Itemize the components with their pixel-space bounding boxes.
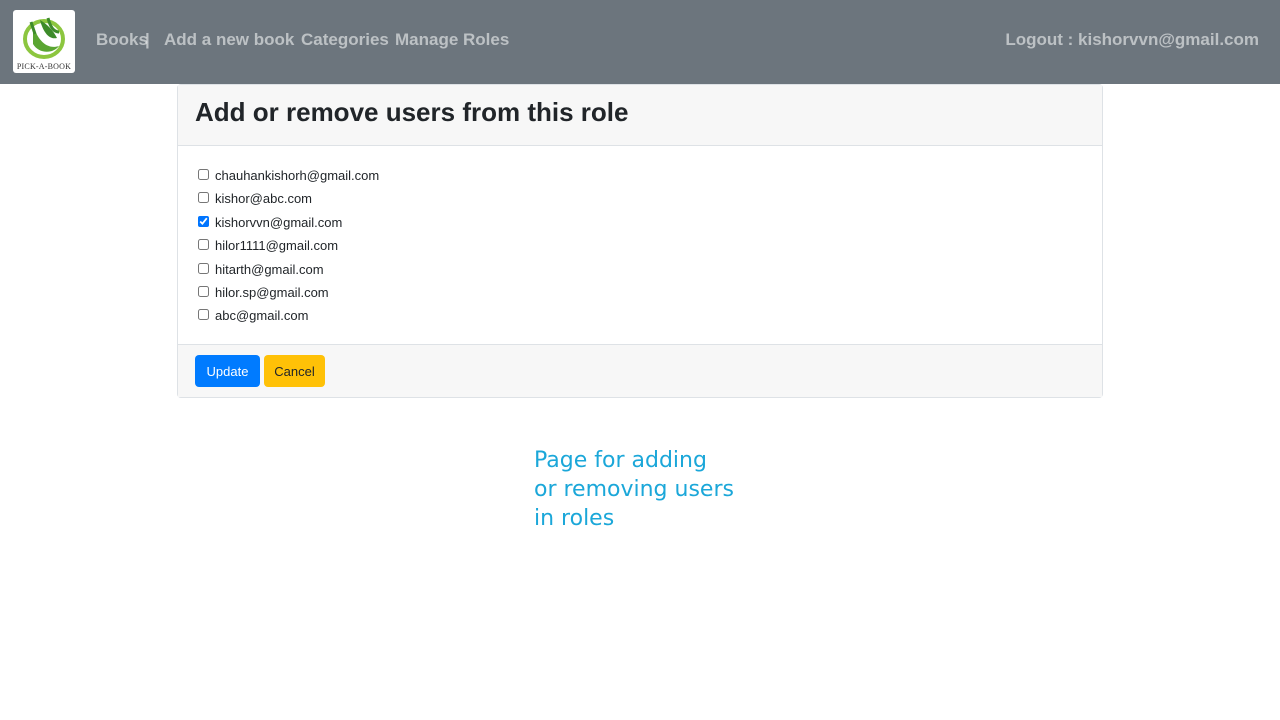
- user-email-label[interactable]: abc@gmail.com: [215, 304, 308, 327]
- user-email-label[interactable]: hilor1111@gmail.com: [215, 234, 338, 257]
- user-email-label[interactable]: hitarth@gmail.com: [215, 258, 324, 281]
- navbar: PICK-A-BOOK Books | Add a new book Categ…: [0, 0, 1280, 84]
- user-checkbox[interactable]: [198, 262, 209, 274]
- update-button[interactable]: Update: [195, 355, 260, 387]
- pick-a-book-logo[interactable]: PICK-A-BOOK: [13, 10, 75, 73]
- user-checkbox[interactable]: [198, 309, 209, 321]
- user-checkbox[interactable]: [198, 169, 209, 180]
- nav-link-categories[interactable]: Categories: [301, 28, 389, 52]
- user-email-label[interactable]: kishor@abc.com: [215, 187, 312, 210]
- user-email-label[interactable]: chauhankishorh@gmail.com: [215, 164, 379, 187]
- user-checkbox[interactable]: [198, 215, 209, 227]
- card-footer: Update Cancel: [178, 344, 1102, 397]
- user-checkbox[interactable]: [198, 285, 209, 297]
- user-email-label[interactable]: hilor.sp@gmail.com: [215, 281, 329, 304]
- user-checkbox[interactable]: [198, 239, 209, 251]
- logout-link[interactable]: Logout : kishorvvn@gmail.com: [1005, 28, 1259, 52]
- nav-link-books[interactable]: Books: [96, 28, 148, 52]
- nav-link-manage-roles[interactable]: Manage Roles: [395, 28, 509, 52]
- logo-text: PICK-A-BOOK: [16, 62, 72, 71]
- user-email-label[interactable]: kishorvvn@gmail.com: [215, 211, 342, 234]
- page-title: Add or remove users from this role: [195, 97, 629, 127]
- annotation-caption: Page for adding or removing users in rol…: [534, 448, 734, 531]
- role-users-card: Add or remove users from this role chauh…: [177, 84, 1103, 398]
- nav-link-add-new-book[interactable]: Add a new book: [164, 28, 294, 52]
- nav-separator: |: [145, 30, 150, 49]
- card-header: Add or remove users from this role: [178, 85, 1102, 146]
- book-logo-icon: [23, 17, 65, 59]
- cancel-button[interactable]: Cancel: [264, 355, 325, 387]
- user-checkbox[interactable]: [198, 192, 209, 204]
